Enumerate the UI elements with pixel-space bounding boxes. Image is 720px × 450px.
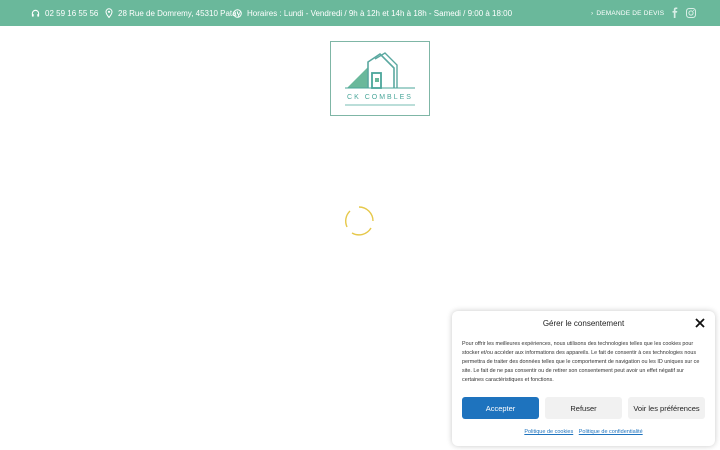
privacy-policy-link[interactable]: Politique de confidentialité <box>579 429 643 435</box>
phone-number: 02 59 16 55 56 <box>45 8 99 18</box>
address-contact: 28 Rue de Domremy, 45310 Patay <box>105 0 241 26</box>
headset-icon <box>31 9 40 17</box>
cookie-policy-link[interactable]: Politique de cookies <box>524 429 573 435</box>
refuse-button[interactable]: Refuser <box>545 397 622 419</box>
cookie-consent-dialog: Gérer le consentement Pour offrir les me… <box>452 311 715 446</box>
logo-underline <box>345 104 415 106</box>
consent-description: Pour offrir les meilleures expériences, … <box>462 341 700 383</box>
map-pin-icon <box>105 8 113 18</box>
phone-contact[interactable]: 02 59 16 55 56 <box>31 0 98 26</box>
address-text: 28 Rue de Domremy, 45310 Patay <box>118 8 241 18</box>
site-logo[interactable]: CK COMBLES <box>330 41 430 116</box>
chevron-right-icon: › <box>591 9 594 17</box>
hours-text: Horaires : Lundi - Vendredi / 9h à 12h e… <box>247 8 513 18</box>
top-bar: 02 59 16 55 56 28 Rue de Domremy, 45310 … <box>0 0 720 26</box>
quote-request-link[interactable]: › DEMANDE DE DEVIS <box>591 0 664 26</box>
instagram-icon[interactable] <box>685 7 697 19</box>
facebook-icon[interactable] <box>669 7 681 19</box>
close-icon[interactable] <box>695 318 705 328</box>
opening-hours: Horaires : Lundi - Vendredi / 9h à 12h e… <box>233 0 512 26</box>
quote-request-label: DEMANDE DE DEVIS <box>596 9 665 17</box>
accept-button[interactable]: Accepter <box>462 397 539 419</box>
preferences-button[interactable]: Voir les préférences <box>628 397 705 419</box>
consent-title: Gérer le consentement <box>542 319 625 328</box>
policy-links: Politique de cookies Politique de confid… <box>452 429 715 435</box>
clock-icon <box>233 8 242 18</box>
loading-spinner-icon <box>345 206 374 236</box>
